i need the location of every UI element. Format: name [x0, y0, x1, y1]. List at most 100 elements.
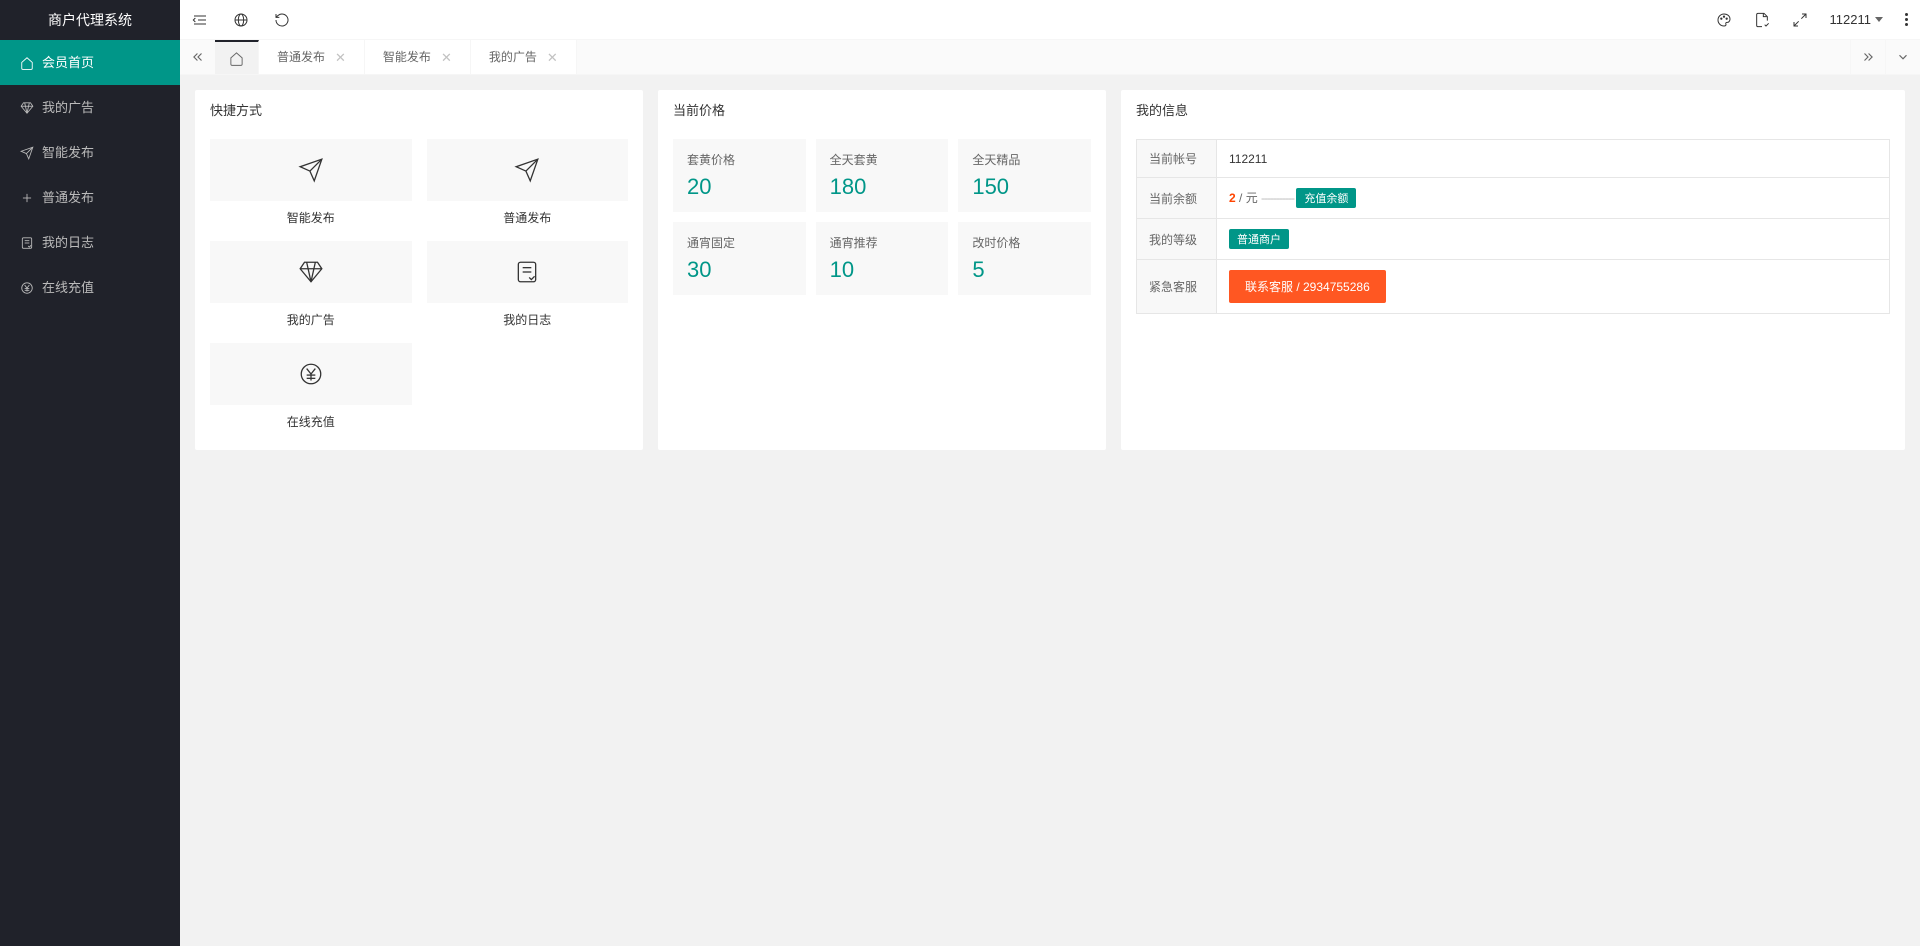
user-menu[interactable]: 112211	[1830, 12, 1883, 27]
balance-label: 当前余额	[1137, 178, 1217, 219]
sidebar-item-1[interactable]: 我的广告	[0, 85, 180, 130]
send-icon	[210, 139, 412, 201]
support-button[interactable]: 联系客服 / 2934755286	[1229, 270, 1386, 303]
sidebar-item-label: 会员首页	[42, 40, 94, 85]
yen-icon	[20, 281, 34, 295]
prices-grid: 套黄价格 20 全天套黄 180 全天精品 150 通宵固定 30 通宵推荐 10 改时价格 5	[673, 139, 1091, 295]
price-value: 150	[972, 174, 1077, 200]
shortcut-4[interactable]: 在线充值	[210, 343, 412, 430]
sidebar-item-5[interactable]: 在线充值	[0, 265, 180, 310]
shortcut-label: 在线充值	[210, 413, 412, 430]
note-icon[interactable]	[1754, 12, 1770, 28]
price-item-5: 改时价格 5	[958, 222, 1091, 295]
menu-toggle-icon[interactable]	[192, 12, 208, 28]
refresh-icon[interactable]	[274, 12, 290, 28]
price-label: 通宵推荐	[830, 234, 935, 251]
sidebar-item-4[interactable]: 我的日志	[0, 220, 180, 265]
fullscreen-icon[interactable]	[1792, 12, 1808, 28]
tabs-dropdown[interactable]	[1885, 40, 1920, 74]
tab-0[interactable]: 普通发布 ✕	[259, 40, 365, 74]
balance-unit: / 元	[1236, 191, 1258, 205]
shortcut-label: 普通发布	[427, 209, 629, 226]
shortcut-label: 智能发布	[210, 209, 412, 226]
sidebar: 商户代理系统 会员首页我的广告智能发布普通发布我的日志在线充值	[0, 0, 180, 946]
tab-home[interactable]	[215, 40, 259, 74]
price-label: 改时价格	[972, 234, 1077, 251]
diamond-icon	[20, 101, 34, 115]
shortcut-label: 我的日志	[427, 311, 629, 328]
price-label: 全天精品	[972, 151, 1077, 168]
prices-title: 当前价格	[658, 90, 1106, 129]
header: 112211	[180, 0, 1920, 40]
tabs-list: 普通发布 ✕ 智能发布 ✕ 我的广告 ✕	[215, 40, 1850, 74]
price-value: 30	[687, 257, 792, 283]
sidebar-item-0[interactable]: 会员首页	[0, 40, 180, 85]
app-title: 商户代理系统	[0, 0, 180, 40]
content: 快捷方式 智能发布普通发布我的广告我的日志在线充值 当前价格 套黄价格 20 全天套…	[180, 75, 1920, 946]
tabs-prev[interactable]	[180, 40, 215, 74]
tab-2[interactable]: 我的广告 ✕	[471, 40, 577, 74]
level-badge: 普通商户	[1229, 229, 1289, 249]
support-cell: 联系客服 / 2934755286	[1217, 260, 1890, 314]
account-label: 当前帐号	[1137, 140, 1217, 178]
close-icon[interactable]: ✕	[441, 51, 452, 64]
price-item-1: 全天套黄 180	[816, 139, 949, 212]
balance-cell: 2 / 元 ----------- 充值余额	[1217, 178, 1890, 219]
nav-list: 会员首页我的广告智能发布普通发布我的日志在线充值	[0, 40, 180, 310]
price-item-3: 通宵固定 30	[673, 222, 806, 295]
price-label: 通宵固定	[687, 234, 792, 251]
support-label: 紧急客服	[1137, 260, 1217, 314]
price-value: 10	[830, 257, 935, 283]
tabs-next[interactable]	[1850, 40, 1885, 74]
price-item-2: 全天精品 150	[958, 139, 1091, 212]
caret-down-icon	[1875, 17, 1883, 22]
sidebar-item-2[interactable]: 智能发布	[0, 130, 180, 175]
price-label: 全天套黄	[830, 151, 935, 168]
globe-icon[interactable]	[233, 12, 249, 28]
send-icon	[427, 139, 629, 201]
shortcut-3[interactable]: 我的日志	[427, 241, 629, 328]
prices-card: 当前价格 套黄价格 20 全天套黄 180 全天精品 150 通宵固定 30 通宵推荐 10 改时价…	[658, 90, 1106, 450]
sidebar-item-label: 我的日志	[42, 220, 94, 265]
more-icon[interactable]	[1905, 13, 1908, 26]
shortcut-0[interactable]: 智能发布	[210, 139, 412, 226]
sidebar-item-label: 在线充值	[42, 265, 94, 310]
plus-icon	[20, 191, 34, 205]
tab-label: 智能发布	[383, 40, 431, 74]
info-card: 我的信息 当前帐号 112211 当前余额 2 / 元 -	[1121, 90, 1905, 450]
price-value: 20	[687, 174, 792, 200]
shortcut-2[interactable]: 我的广告	[210, 241, 412, 328]
sidebar-item-3[interactable]: 普通发布	[0, 175, 180, 220]
sidebar-item-label: 普通发布	[42, 175, 94, 220]
note-icon	[427, 241, 629, 303]
shortcuts-card: 快捷方式 智能发布普通发布我的广告我的日志在线充值	[195, 90, 643, 450]
dashes: -----------	[1261, 191, 1296, 205]
shortcut-1[interactable]: 普通发布	[427, 139, 629, 226]
send-icon	[20, 146, 34, 160]
sidebar-item-label: 智能发布	[42, 130, 94, 175]
username: 112211	[1830, 12, 1871, 27]
account-value: 112211	[1217, 140, 1890, 178]
sidebar-item-label: 我的广告	[42, 85, 94, 130]
yen-icon	[210, 343, 412, 405]
price-item-4: 通宵推荐 10	[816, 222, 949, 295]
level-label: 我的等级	[1137, 219, 1217, 260]
close-icon[interactable]: ✕	[335, 51, 346, 64]
info-title: 我的信息	[1121, 90, 1905, 129]
recharge-button[interactable]: 充值余额	[1296, 188, 1356, 208]
theme-icon[interactable]	[1716, 12, 1732, 28]
level-cell: 普通商户	[1217, 219, 1890, 260]
tab-label: 我的广告	[489, 40, 537, 74]
shortcuts-grid: 智能发布普通发布我的广告我的日志在线充值	[210, 139, 628, 430]
shortcut-label: 我的广告	[210, 311, 412, 328]
price-value: 5	[972, 257, 1077, 283]
tabs-bar: 普通发布 ✕ 智能发布 ✕ 我的广告 ✕	[180, 40, 1920, 75]
shortcuts-title: 快捷方式	[195, 90, 643, 129]
price-label: 套黄价格	[687, 151, 792, 168]
balance-value: 2	[1229, 191, 1236, 205]
tab-label: 普通发布	[277, 40, 325, 74]
close-icon[interactable]: ✕	[547, 51, 558, 64]
price-item-0: 套黄价格 20	[673, 139, 806, 212]
price-value: 180	[830, 174, 935, 200]
tab-1[interactable]: 智能发布 ✕	[365, 40, 471, 74]
